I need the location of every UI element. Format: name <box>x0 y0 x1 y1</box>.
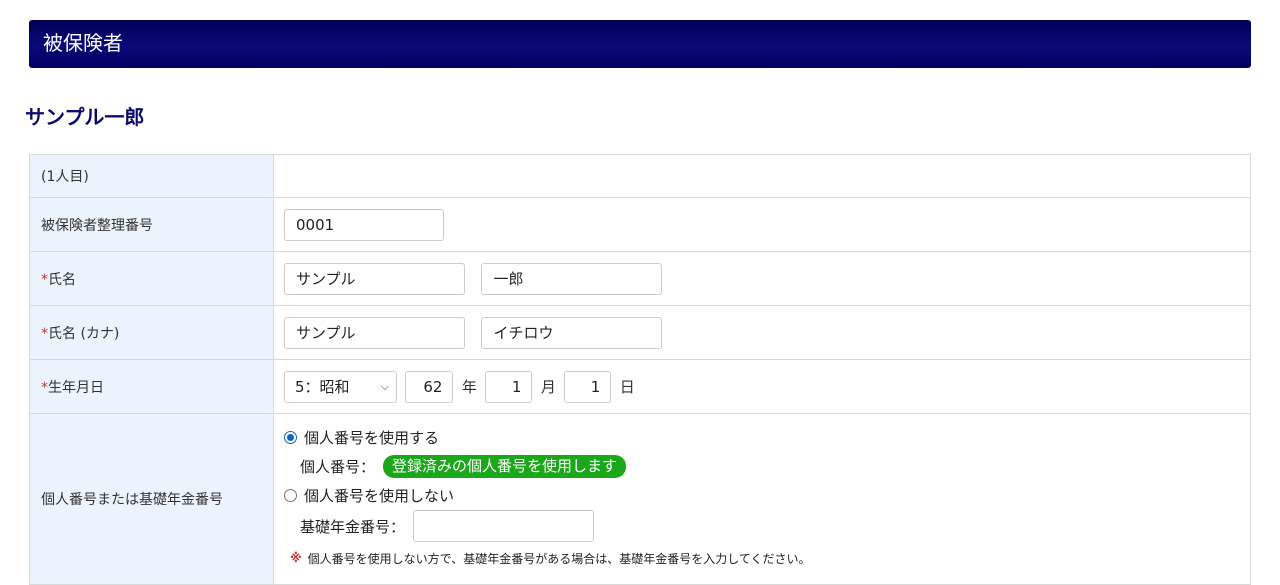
birth-day-input[interactable]: 1 <box>564 370 612 403</box>
month-unit: 月 <box>540 378 556 396</box>
row-insured-number: 被保険者整理番号 0001 <box>29 197 1251 252</box>
pension-note: ※ 個人番号を使用しない方で、基礎年金番号がある場合は、基礎年金番号を入力してく… <box>284 546 1240 570</box>
last-name-input[interactable]: サンプル <box>284 262 465 295</box>
required-mark: * <box>41 379 48 396</box>
era-select[interactable]: 5：昭和 ⌵ <box>284 370 397 403</box>
pension-number-label: 基礎年金番号： <box>300 517 406 536</box>
row-my-number: 個人番号または基礎年金番号 個人番号を使用する 個人番号： 登録済みの個人番号を… <box>29 413 1251 585</box>
row-index: (1人目) <box>29 154 1251 198</box>
pension-number-row: 基礎年金番号： <box>284 506 1240 546</box>
not-use-my-number-radio[interactable] <box>284 488 297 502</box>
required-mark: * <box>41 325 48 342</box>
registered-status-badge: 登録済みの個人番号を使用します <box>383 454 627 478</box>
first-name-kana-input[interactable]: イチロウ <box>481 316 663 349</box>
use-my-number-option[interactable]: 個人番号を使用する <box>284 426 1240 448</box>
birth-month-input[interactable]: 1 <box>485 370 533 403</box>
insured-form-table: (1人目) 被保険者整理番号 0001 *氏名 サンプル 一郎 *氏名 (カナ)… <box>29 154 1251 585</box>
kana-label-cell: *氏名 (カナ) <box>29 305 274 360</box>
my-number-row: 個人番号： 登録済みの個人番号を使用します <box>284 448 1240 484</box>
pension-number-input[interactable] <box>413 510 595 542</box>
chevron-down-icon: ⌵ <box>380 379 389 393</box>
index-label: (1人目) <box>29 154 274 198</box>
era-select-value: 5：昭和 <box>295 377 350 396</box>
asterisk-note-icon: ※ <box>290 551 302 565</box>
required-mark: * <box>41 271 48 288</box>
year-unit: 年 <box>461 378 477 396</box>
person-name-heading: サンプル一郎 <box>25 105 145 129</box>
pension-note-text: 個人番号を使用しない方で、基礎年金番号がある場合は、基礎年金番号を入力してくださ… <box>307 551 811 566</box>
last-name-kana-input[interactable]: サンプル <box>284 316 465 349</box>
my-number-cell: 個人番号を使用する 個人番号： 登録済みの個人番号を使用します 個人番号を使用し… <box>273 413 1251 585</box>
my-number-field-label: 個人番号： <box>300 457 376 476</box>
birth-label: 生年月日 <box>48 379 104 396</box>
kana-label: 氏名 (カナ) <box>48 325 120 342</box>
use-my-number-radio[interactable] <box>284 430 297 444</box>
day-unit: 日 <box>619 378 635 396</box>
birth-label-cell: *生年月日 <box>29 359 274 414</box>
not-use-my-number-option[interactable]: 個人番号を使用しない <box>284 484 1240 506</box>
birth-cell: 5：昭和 ⌵ 62 年 1 月 1 日 <box>273 359 1251 414</box>
row-kana: *氏名 (カナ) サンプル イチロウ <box>29 305 1251 360</box>
name-cell: サンプル 一郎 <box>273 251 1251 306</box>
insured-number-label: 被保険者整理番号 <box>29 197 274 252</box>
use-my-number-label: 個人番号を使用する <box>304 428 440 447</box>
section-header: 被保険者 <box>29 20 1251 68</box>
index-value-cell <box>273 154 1251 198</box>
name-label: 氏名 <box>48 271 76 288</box>
name-label-cell: *氏名 <box>29 251 274 306</box>
kana-cell: サンプル イチロウ <box>273 305 1251 360</box>
first-name-input[interactable]: 一郎 <box>481 262 663 295</box>
insured-number-input[interactable]: 0001 <box>284 208 444 241</box>
not-use-my-number-label: 個人番号を使用しない <box>304 486 455 505</box>
row-name: *氏名 サンプル 一郎 <box>29 251 1251 306</box>
my-number-label: 個人番号または基礎年金番号 <box>29 413 274 585</box>
insured-number-cell: 0001 <box>273 197 1251 252</box>
row-birth: *生年月日 5：昭和 ⌵ 62 年 1 月 1 日 <box>29 359 1251 414</box>
section-title: 被保険者 <box>43 31 123 55</box>
birth-year-input[interactable]: 62 <box>405 370 454 403</box>
